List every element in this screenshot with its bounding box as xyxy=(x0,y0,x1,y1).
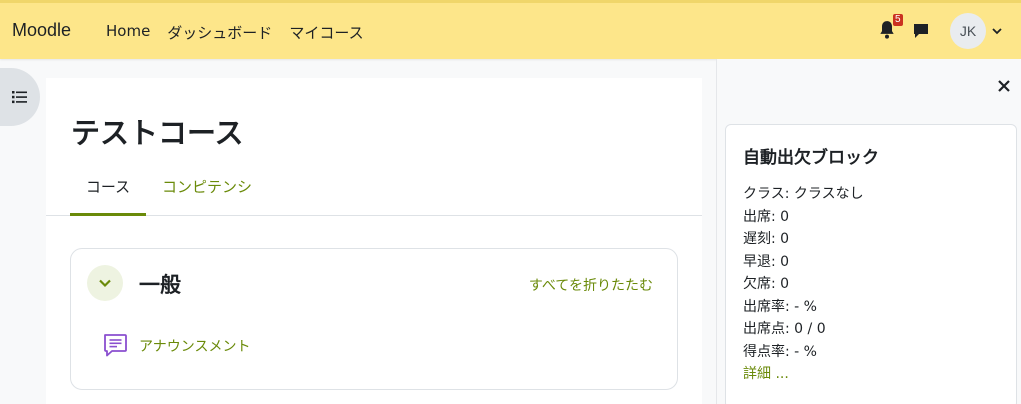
list-icon xyxy=(12,91,27,104)
nav-link-my-courses[interactable]: マイコース xyxy=(289,22,363,43)
course-index-toggle-button[interactable] xyxy=(0,68,40,126)
top-navbar: Moodle Home ダッシュボード マイコース 5 JK xyxy=(0,0,1021,59)
notification-count-badge: 5 xyxy=(893,14,903,26)
attendance-block: 自動出欠ブロック クラス: クラスなし 出席: 0 遅刻: 0 早退: 0 欠席… xyxy=(725,124,1017,404)
activity-link-announcements[interactable]: アナウンスメント xyxy=(139,336,250,356)
chevron-down-icon xyxy=(99,279,111,288)
attendance-class: クラス: クラスなし xyxy=(743,186,864,202)
attendance-present: 出席: 0 xyxy=(743,208,790,225)
course-tabs: コース コンピテンシ xyxy=(46,162,702,216)
section-title: 一般 xyxy=(139,273,181,297)
details-link[interactable]: 詳細 ... xyxy=(743,363,864,386)
attendance-rate: 出席率: - % xyxy=(743,298,817,315)
messages-icon[interactable] xyxy=(912,22,930,40)
block-title: 自動出欠ブロック xyxy=(743,148,879,168)
forum-icon xyxy=(104,334,127,357)
course-section-general: 一般 すべてを折りたたむ アナウンスメント xyxy=(70,248,678,390)
attendance-late: 遅刻: 0 xyxy=(743,231,790,247)
collapse-all-link[interactable]: すべてを折りたたむ xyxy=(529,275,653,295)
attendance-points: 出席点: 0 / 0 xyxy=(743,321,826,337)
section-collapse-button[interactable] xyxy=(87,265,123,301)
attendance-summary: クラス: クラスなし 出席: 0 遅刻: 0 早退: 0 欠席: 0 出席率: … xyxy=(743,183,864,386)
tab-course[interactable]: コース xyxy=(70,176,146,216)
chevron-down-icon[interactable] xyxy=(991,25,1003,37)
attendance-score-rate: 得点率: - % xyxy=(743,343,817,360)
close-icon[interactable] xyxy=(997,79,1011,93)
primary-navigation: Home ダッシュボード マイコース xyxy=(106,22,381,43)
site-brand[interactable]: Moodle xyxy=(12,20,71,41)
nav-link-home[interactable]: Home xyxy=(106,22,150,43)
block-drawer: 自動出欠ブロック クラス: クラスなし 出席: 0 遅刻: 0 早退: 0 欠席… xyxy=(716,59,1021,404)
page-title: テストコース xyxy=(71,116,244,150)
course-main-region: テストコース コース コンピテンシ 一般 すべてを折りたたむ アナウンスメント xyxy=(46,78,702,404)
nav-link-dashboard[interactable]: ダッシュボード xyxy=(167,22,272,43)
tab-competencies[interactable]: コンピテンシ xyxy=(162,176,252,197)
user-avatar[interactable]: JK xyxy=(950,13,986,49)
attendance-absent: 欠席: 0 xyxy=(743,276,790,292)
attendance-early-leave: 早退: 0 xyxy=(743,253,790,270)
